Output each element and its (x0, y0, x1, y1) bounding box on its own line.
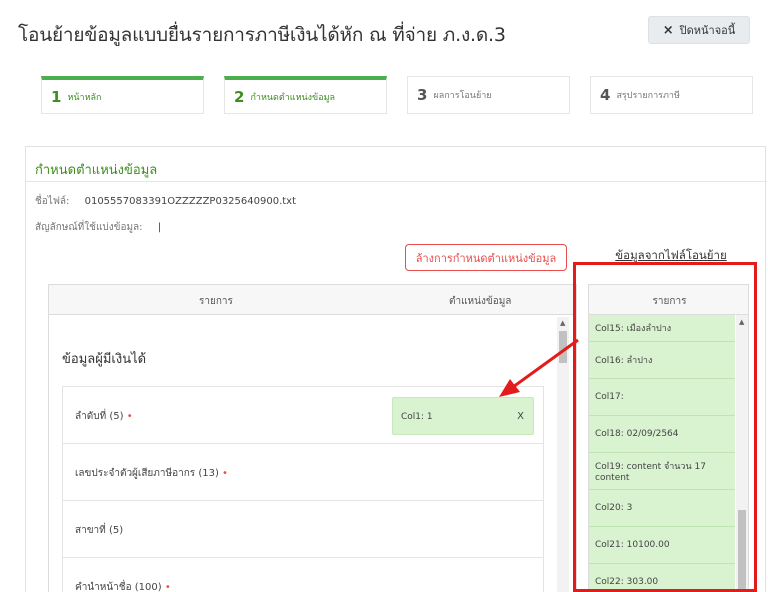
file-name-row: ชื่อไฟล์: 0105557083391OZZZZZP0325640900… (35, 194, 296, 209)
step-number: 2 (234, 87, 245, 106)
column-item[interactable]: Col15: เมืองลำปาง (589, 315, 735, 342)
field-label: ลำดับที่ (5) • (75, 411, 133, 422)
mapped-column-value: Col1: 1 (401, 412, 433, 422)
table-row: เลขประจำตัวผู้เสียภาษีอากร (13) • (63, 444, 543, 501)
column-item[interactable]: Col19: content จำนวน 17 content (589, 453, 735, 490)
step-transfer-result[interactable]: 3 ผลการโอนย้าย (407, 76, 570, 114)
table-row: คำนำหน้าชื่อ (100) • (63, 558, 543, 592)
step-label: กำหนดตำแหน่งข้อมูล (250, 92, 336, 103)
column-item[interactable]: Col21: 10100.00 (589, 527, 735, 564)
divider (26, 181, 767, 182)
header-item: รายการ (199, 296, 233, 307)
step-number: 4 (600, 86, 611, 104)
file-name-label: ชื่อไฟล์: (35, 196, 70, 207)
source-data-title: ข้อมูลจากไฟล์โอนย้าย (615, 248, 727, 262)
step-home[interactable]: 1 หน้าหลัก (41, 76, 204, 114)
section-heading: ข้อมูลผู้มีเงินได้ (62, 352, 147, 367)
step-tax-summary[interactable]: 4 สรุปรายการภาษี (590, 76, 753, 114)
table-header: รายการ ตำแหน่งข้อมูล (49, 285, 576, 315)
scroll-up-icon[interactable]: ▲ (560, 319, 565, 327)
scrollbar[interactable]: ▲ (557, 317, 569, 592)
column-item[interactable]: Col20: 3 (589, 490, 735, 527)
table-header: รายการ (589, 285, 748, 315)
field-mapping-table: รายการ ตำแหน่งข้อมูล ข้อมูลผู้มีเงินได้ … (48, 284, 577, 592)
field-label: คำนำหน้าชื่อ (100) • (75, 582, 171, 592)
table-row: ลำดับที่ (5) • Col1: 1 X (63, 387, 543, 444)
required-mark: • (126, 411, 133, 422)
close-icon: × (662, 22, 674, 38)
step-label: สรุปรายการภาษี (616, 91, 680, 101)
delimiter-value: | (157, 222, 162, 233)
page-title: โอนย้ายข้อมูลแบบยื่นรายการภาษีเงินได้หัก… (18, 24, 506, 46)
scrollbar-thumb[interactable] (559, 331, 567, 363)
scrollbar[interactable]: ▲ (736, 315, 748, 592)
required-mark: • (164, 582, 171, 592)
close-page-button[interactable]: × ปิดหน้าจอนี้ (648, 16, 750, 44)
mapping-card: กำหนดตำแหน่งข้อมูล ชื่อไฟล์: 01055570833… (25, 146, 767, 592)
column-item[interactable]: Col22: 303.00 (589, 564, 735, 592)
remove-mapping-button[interactable]: X (517, 411, 524, 422)
required-mark: • (222, 468, 228, 479)
scroll-up-icon[interactable]: ▲ (739, 318, 744, 326)
table-row: สาขาที่ (5) (63, 501, 543, 558)
column-item[interactable]: Col17: (589, 379, 735, 416)
reset-mapping-button[interactable]: ล้างการกำหนดตำแหน่งข้อมูล (405, 244, 567, 271)
column-item[interactable]: Col16: ลำปาง (589, 342, 735, 379)
header-position: ตำแหน่งข้อมูล (449, 296, 512, 307)
column-item[interactable]: Col18: 02/09/2564 (589, 416, 735, 453)
step-number: 3 (417, 86, 428, 104)
scrollbar-thumb[interactable] (738, 510, 746, 592)
card-title: กำหนดตำแหน่งข้อมูล (35, 163, 158, 178)
delimiter-label: สัญลักษณ์ที่ใช้แบ่งข้อมูล: (35, 222, 143, 233)
delimiter-row: สัญลักษณ์ที่ใช้แบ่งข้อมูล: | (35, 220, 161, 235)
field-label: เลขประจำตัวผู้เสียภาษีอากร (13) • (75, 468, 228, 479)
file-name-value: 0105557083391OZZZZZP0325640900.txt (84, 196, 297, 207)
field-label: สาขาที่ (5) (75, 525, 124, 536)
step-label: ผลการโอนย้าย (433, 91, 492, 101)
field-rows: ลำดับที่ (5) • Col1: 1 X เลขประจำตัวผู้เ… (62, 386, 544, 592)
step-map-positions[interactable]: 2 กำหนดตำแหน่งข้อมูล (224, 76, 387, 114)
close-page-label: ปิดหน้าจอนี้ (679, 24, 736, 37)
source-columns-table: รายการ Col15: เมืองลำปาง Col16: ลำปาง Co… (588, 284, 749, 592)
column-list: Col15: เมืองลำปาง Col16: ลำปาง Col17: Co… (589, 315, 735, 592)
step-number: 1 (51, 87, 62, 106)
step-label: หน้าหลัก (67, 92, 102, 103)
mapped-column-dropzone[interactable]: Col1: 1 X (392, 397, 534, 435)
